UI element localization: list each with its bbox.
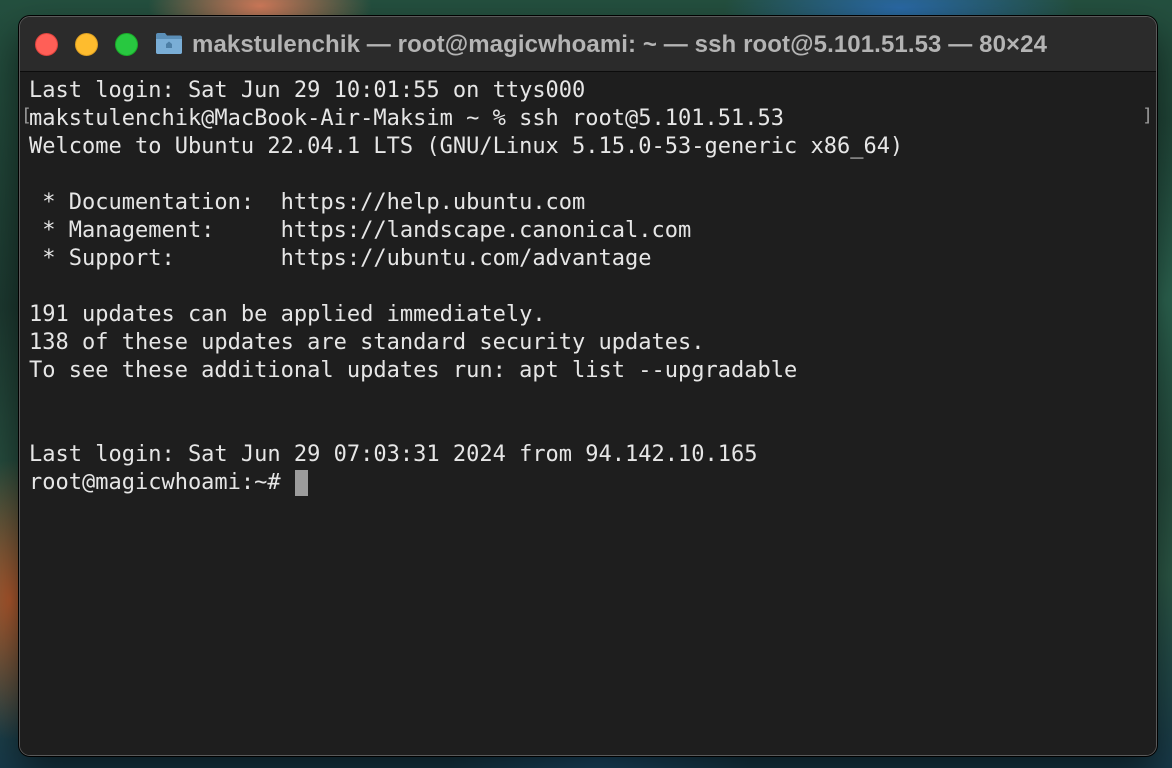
shell-prompt: root@magicwhoami:~# bbox=[29, 470, 281, 495]
folder-icon bbox=[156, 33, 182, 54]
terminal-line: * Support: https://ubuntu.com/advantage bbox=[29, 246, 652, 271]
terminal-line: 191 updates can be applied immediately. bbox=[29, 302, 546, 327]
terminal-line: Last login: Sat Jun 29 10:01:55 on ttys0… bbox=[29, 78, 586, 103]
window-title: makstulenchik — root@magicwhoami: ~ — ss… bbox=[192, 31, 1048, 58]
terminal-output[interactable]: [ ] Last login: Sat Jun 29 10:01:55 on t… bbox=[20, 72, 1156, 755]
title-bar[interactable]: makstulenchik — root@magicwhoami: ~ — ss… bbox=[20, 17, 1156, 72]
text-cursor bbox=[294, 470, 308, 496]
terminal-line: Last login: Sat Jun 29 07:03:31 2024 fro… bbox=[29, 442, 758, 467]
mark-right: ] bbox=[1142, 105, 1153, 126]
terminal-window[interactable]: makstulenchik — root@magicwhoami: ~ — ss… bbox=[19, 16, 1157, 756]
terminal-lines: Last login: Sat Jun 29 10:01:55 on ttys0… bbox=[29, 77, 903, 497]
terminal-line: Welcome to Ubuntu 22.04.1 LTS (GNU/Linux… bbox=[29, 134, 904, 159]
maximize-button[interactable] bbox=[115, 33, 138, 56]
terminal-line: To see these additional updates run: apt… bbox=[29, 358, 798, 383]
command-prompt-line[interactable]: root@magicwhoami:~# bbox=[29, 469, 903, 497]
terminal-line: * Documentation: https://help.ubuntu.com bbox=[29, 190, 586, 215]
terminal-line: * Management: https://landscape.canonica… bbox=[29, 218, 692, 243]
terminal-line: makstulenchik@MacBook-Air-Maksim ~ % ssh… bbox=[29, 106, 784, 131]
terminal-line: 138 of these updates are standard securi… bbox=[29, 330, 705, 355]
close-button[interactable] bbox=[35, 33, 58, 56]
minimize-button[interactable] bbox=[75, 33, 98, 56]
